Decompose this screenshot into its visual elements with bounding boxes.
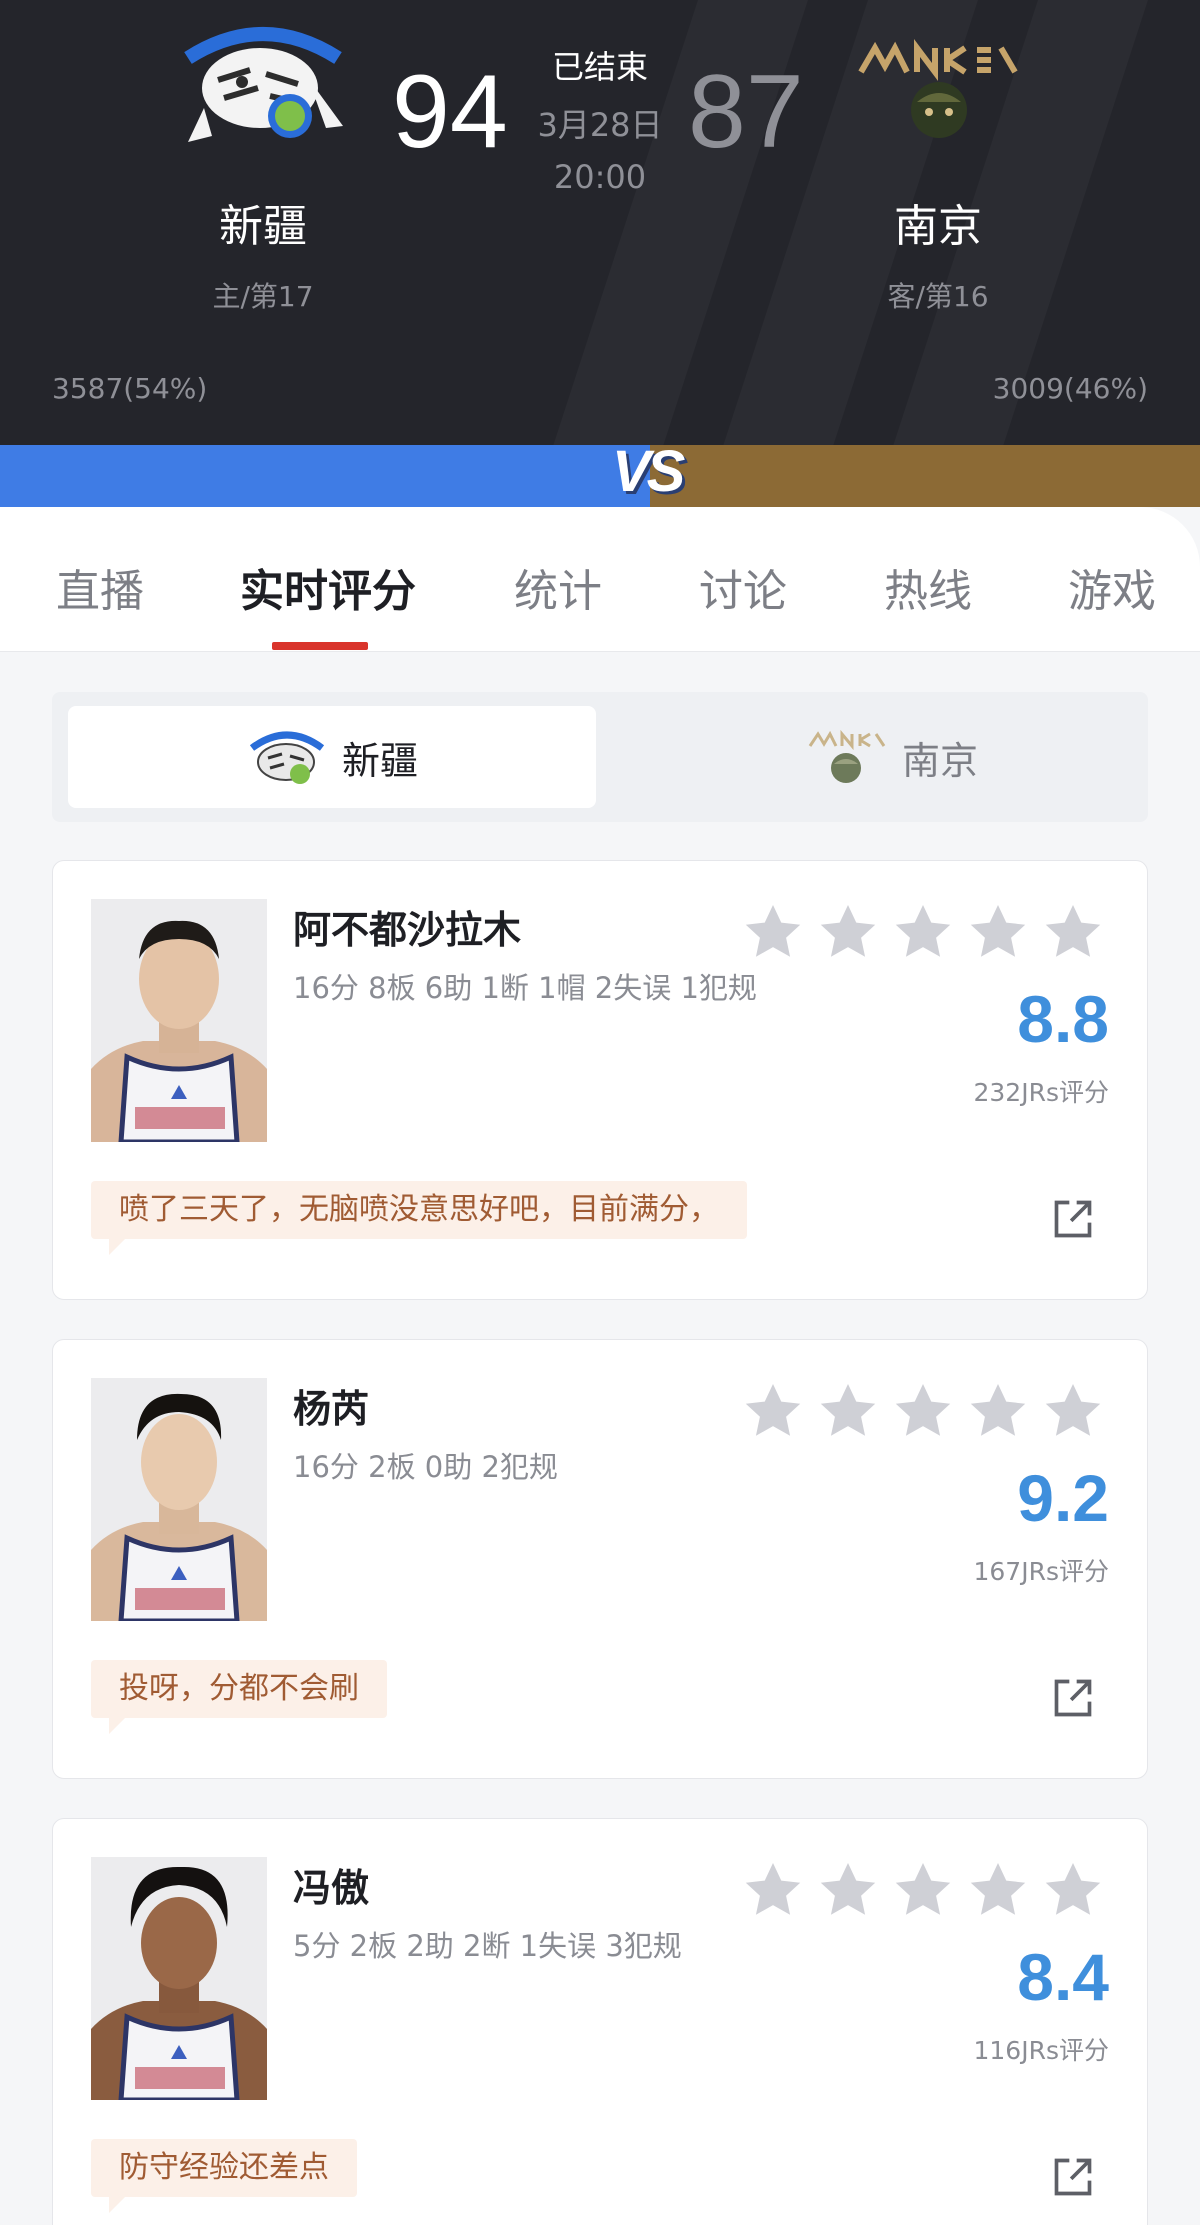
- player-rating: 8.8: [1017, 982, 1109, 1056]
- player-photo: [91, 899, 267, 1142]
- tab-live[interactable]: 直播: [56, 555, 144, 619]
- star-icon[interactable]: [741, 1859, 805, 1923]
- home-team-rank: 主/第17: [212, 280, 314, 313]
- star-icon[interactable]: [891, 1859, 955, 1923]
- player-rating: 9.2: [1017, 1461, 1109, 1535]
- player-card[interactable]: 阿不都沙拉木 16分 8板 6助 1断 1帽 2失误 1犯规 8.8 232JR…: [52, 860, 1148, 1300]
- tab-stats[interactable]: 统计: [514, 555, 602, 619]
- star-icon[interactable]: [741, 901, 805, 965]
- star-icon[interactable]: [1041, 1380, 1105, 1444]
- top-comment[interactable]: 投呀，分都不会刷: [91, 1660, 387, 1734]
- away-support-bar: [650, 445, 1200, 507]
- rating-stars[interactable]: [741, 1380, 1105, 1444]
- away-team-rank: 客/第16: [887, 280, 989, 313]
- game-date: 3月28日: [537, 106, 663, 144]
- player-card[interactable]: 冯傲 5分 2板 2助 2断 1失误 3犯规 8.4 116JRs评分 防守经验…: [52, 1818, 1148, 2225]
- star-icon[interactable]: [1041, 901, 1105, 965]
- toggle-home-team[interactable]: 新疆: [68, 706, 596, 808]
- rating-stars[interactable]: [741, 1859, 1105, 1923]
- star-icon[interactable]: [891, 901, 955, 965]
- rater-count: 232JRs评分: [973, 1078, 1110, 1107]
- home-support-count: 3587(54%): [52, 372, 208, 405]
- star-icon[interactable]: [816, 901, 880, 965]
- tab-games[interactable]: 游戏: [1068, 555, 1156, 619]
- toggle-away-label: 南京: [901, 738, 978, 783]
- toggle-home-label: 新疆: [341, 738, 418, 783]
- tab-bar: 直播 实时评分 统计 讨论 热线 游戏: [0, 507, 1200, 652]
- rating-stars[interactable]: [741, 901, 1105, 965]
- active-tab-indicator: [272, 642, 368, 650]
- tab-discussion[interactable]: 讨论: [699, 555, 787, 619]
- home-team-logo[interactable]: [178, 18, 348, 148]
- top-comment[interactable]: 喷了三天了，无脑喷没意思好吧，目前满分，: [91, 1181, 747, 1255]
- home-team-name[interactable]: 新疆: [143, 190, 383, 254]
- star-icon[interactable]: [966, 1859, 1030, 1923]
- player-stats: 16分 8板 6助 1断 1帽 2失误 1犯规: [293, 971, 757, 1005]
- home-team-logo-icon: [249, 731, 325, 784]
- player-card[interactable]: 杨芮 16分 2板 0助 2犯规 9.2 167JRs评分 投呀，分都不会刷: [52, 1339, 1148, 1779]
- away-team-logo-icon: [808, 729, 886, 783]
- player-name: 冯傲: [293, 1866, 370, 1910]
- game-time: 20:00: [553, 158, 647, 196]
- team-toggle: 新疆 南京: [52, 692, 1148, 822]
- support-bar[interactable]: [0, 445, 1200, 507]
- rater-count: 116JRs评分: [973, 2036, 1110, 2065]
- star-icon[interactable]: [891, 1380, 955, 1444]
- top-comment[interactable]: 防守经验还差点: [91, 2139, 357, 2213]
- tab-live-rating[interactable]: 实时评分: [240, 555, 416, 619]
- away-support-count: 3009(46%): [992, 372, 1148, 405]
- toggle-away-team[interactable]: 南京: [652, 706, 1132, 808]
- share-icon[interactable]: [1051, 1676, 1095, 1720]
- player-stats: 5分 2板 2助 2断 1失误 3犯规: [293, 1929, 682, 1963]
- player-name: 杨芮: [293, 1387, 370, 1431]
- player-photo: [91, 1378, 267, 1621]
- game-header: 94 87 已结束 3月28日 20:00 新疆 南京 主/第17 客/第16 …: [0, 0, 1200, 445]
- away-team-logo[interactable]: [855, 36, 1020, 146]
- star-icon[interactable]: [966, 901, 1030, 965]
- away-team-name[interactable]: 南京: [818, 190, 1058, 254]
- home-score: 94: [392, 54, 508, 170]
- player-photo: [91, 1857, 267, 2100]
- share-icon[interactable]: [1051, 2155, 1095, 2199]
- star-icon[interactable]: [816, 1380, 880, 1444]
- player-stats: 16分 2板 0助 2犯规: [293, 1450, 558, 1484]
- rater-count: 167JRs评分: [973, 1557, 1110, 1586]
- tab-hotline[interactable]: 热线: [884, 555, 972, 619]
- star-icon[interactable]: [966, 1380, 1030, 1444]
- vs-label: VS: [612, 439, 685, 504]
- share-icon[interactable]: [1051, 1197, 1095, 1241]
- star-icon[interactable]: [741, 1380, 805, 1444]
- star-icon[interactable]: [1041, 1859, 1105, 1923]
- game-status: 已结束: [551, 48, 648, 86]
- home-support-bar: [0, 445, 650, 507]
- away-score: 87: [688, 54, 804, 170]
- player-name: 阿不都沙拉木: [293, 908, 522, 952]
- star-icon[interactable]: [816, 1859, 880, 1923]
- player-rating: 8.4: [1017, 1940, 1109, 2014]
